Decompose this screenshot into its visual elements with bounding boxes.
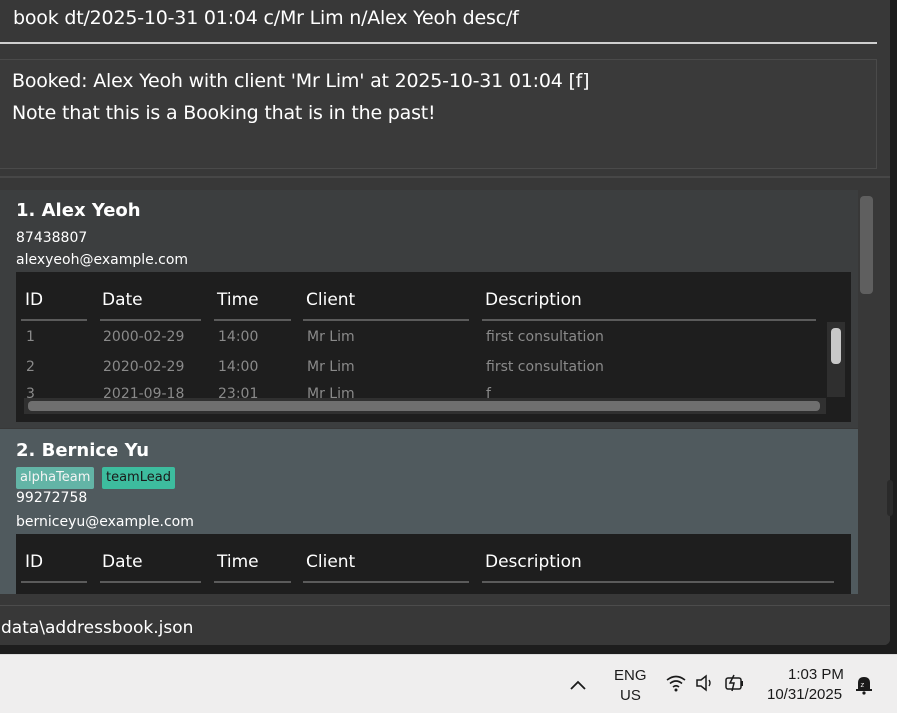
header-underline — [214, 581, 291, 583]
column-header-client[interactable]: Client — [306, 552, 355, 572]
column-header-time[interactable]: Time — [217, 552, 259, 572]
bookings-table: ID Date Time Client Description 1 2000-0… — [16, 272, 851, 422]
table-row[interactable]: 1 2000-02-29 14:00 Mr Lim first consulta… — [16, 329, 826, 359]
svg-text:z: z — [861, 681, 865, 689]
cell-description: first consultation — [486, 329, 604, 345]
language-indicator[interactable]: ENG — [614, 667, 647, 684]
person-card[interactable]: 1. Alex Yeoh 87438807 alexyeoh@example.c… — [0, 190, 858, 428]
person-card-selected[interactable]: 2. Bernice Yu alphaTeam teamLead 9927275… — [0, 429, 858, 594]
clock-time[interactable]: 1:03 PM — [788, 666, 844, 683]
command-box[interactable]: book dt/2025-10-31 01:04 c/Mr Lim n/Alex… — [0, 0, 890, 50]
header-underline — [303, 319, 469, 321]
chevron-up-icon[interactable] — [569, 671, 587, 697]
cell-time: 14:00 — [218, 359, 259, 375]
cell-time: 14:00 — [218, 329, 259, 345]
wifi-icon[interactable] — [665, 674, 687, 697]
cell-description: f — [486, 386, 491, 398]
cell-id: 1 — [26, 329, 35, 345]
scrollbar-thumb[interactable] — [28, 401, 820, 411]
status-bar: data\addressbook.json — [0, 605, 890, 645]
header-underline — [482, 319, 816, 321]
header-underline — [100, 581, 201, 583]
command-input[interactable]: book dt/2025-10-31 01:04 c/Mr Lim n/Alex… — [13, 7, 519, 29]
save-location-path: data\addressbook.json — [1, 618, 194, 638]
cell-description: first consultation — [486, 359, 604, 375]
app-window: book dt/2025-10-31 01:04 c/Mr Lim n/Alex… — [0, 0, 890, 645]
table-row[interactable]: 2 2020-02-29 14:00 Mr Lim first consulta… — [16, 359, 826, 389]
cell-client: Mr Lim — [307, 359, 355, 375]
column-header-date[interactable]: Date — [102, 552, 143, 572]
column-header-id[interactable]: ID — [25, 290, 43, 310]
region-indicator[interactable]: US — [620, 687, 641, 704]
cell-date: 2000-02-29 — [103, 329, 185, 345]
result-display: Booked: Alex Yeoh with client 'Mr Lim' a… — [0, 59, 877, 169]
command-input-underline — [0, 42, 877, 44]
list-scrollbar-thumb[interactable] — [860, 196, 873, 294]
tag-badge: alphaTeam — [16, 467, 95, 489]
scrollbar-thumb[interactable] — [831, 328, 841, 364]
speaker-icon[interactable] — [695, 674, 717, 697]
cell-id: 2 — [26, 359, 35, 375]
header-underline — [100, 319, 201, 321]
person-email: berniceyu@example.com — [16, 514, 194, 530]
column-header-date[interactable]: Date — [102, 290, 143, 310]
person-name: 1. Alex Yeoh — [16, 200, 141, 221]
cell-time: 23:01 — [218, 386, 259, 398]
cell-client: Mr Lim — [307, 329, 355, 345]
person-phone: 99272758 — [16, 490, 88, 506]
windows-taskbar: ENG US 1:03 PM 10/31/2025 z — [0, 654, 897, 713]
window-edge-handle[interactable] — [887, 480, 893, 516]
tag-badge: teamLead — [102, 467, 175, 489]
clock-date[interactable]: 10/31/2025 — [767, 686, 842, 703]
battery-icon[interactable] — [724, 673, 748, 698]
column-header-description[interactable]: Description — [485, 552, 582, 572]
header-underline — [214, 319, 291, 321]
header-underline — [482, 581, 834, 583]
person-list: 1. Alex Yeoh 87438807 alexyeoh@example.c… — [0, 180, 858, 594]
column-header-client[interactable]: Client — [306, 290, 355, 310]
table-row[interactable]: 3 2021-09-18 23:01 Mr Lim f — [16, 386, 826, 398]
person-phone: 87438807 — [16, 230, 88, 246]
person-name: 2. Bernice Yu — [16, 440, 150, 461]
table-vertical-scrollbar[interactable] — [827, 322, 845, 397]
bookings-table: ID Date Time Client Description — [16, 534, 851, 594]
cell-date: 2020-02-29 — [103, 359, 185, 375]
cell-id: 3 — [26, 386, 35, 398]
header-underline — [21, 319, 87, 321]
section-divider — [0, 176, 890, 178]
header-underline — [21, 581, 87, 583]
cell-date: 2021-09-18 — [103, 386, 185, 398]
column-header-time[interactable]: Time — [217, 290, 259, 310]
result-message-line1: Booked: Alex Yeoh with client 'Mr Lim' a… — [12, 70, 590, 92]
cell-client: Mr Lim — [307, 386, 355, 398]
result-message-line2: Note that this is a Booking that is in t… — [12, 102, 436, 124]
person-email: alexyeoh@example.com — [16, 252, 189, 268]
header-underline — [303, 581, 469, 583]
column-header-id[interactable]: ID — [25, 552, 43, 572]
table-horizontal-scrollbar[interactable] — [24, 398, 826, 414]
column-header-description[interactable]: Description — [485, 290, 582, 310]
notification-bell-icon[interactable]: z — [853, 673, 875, 700]
